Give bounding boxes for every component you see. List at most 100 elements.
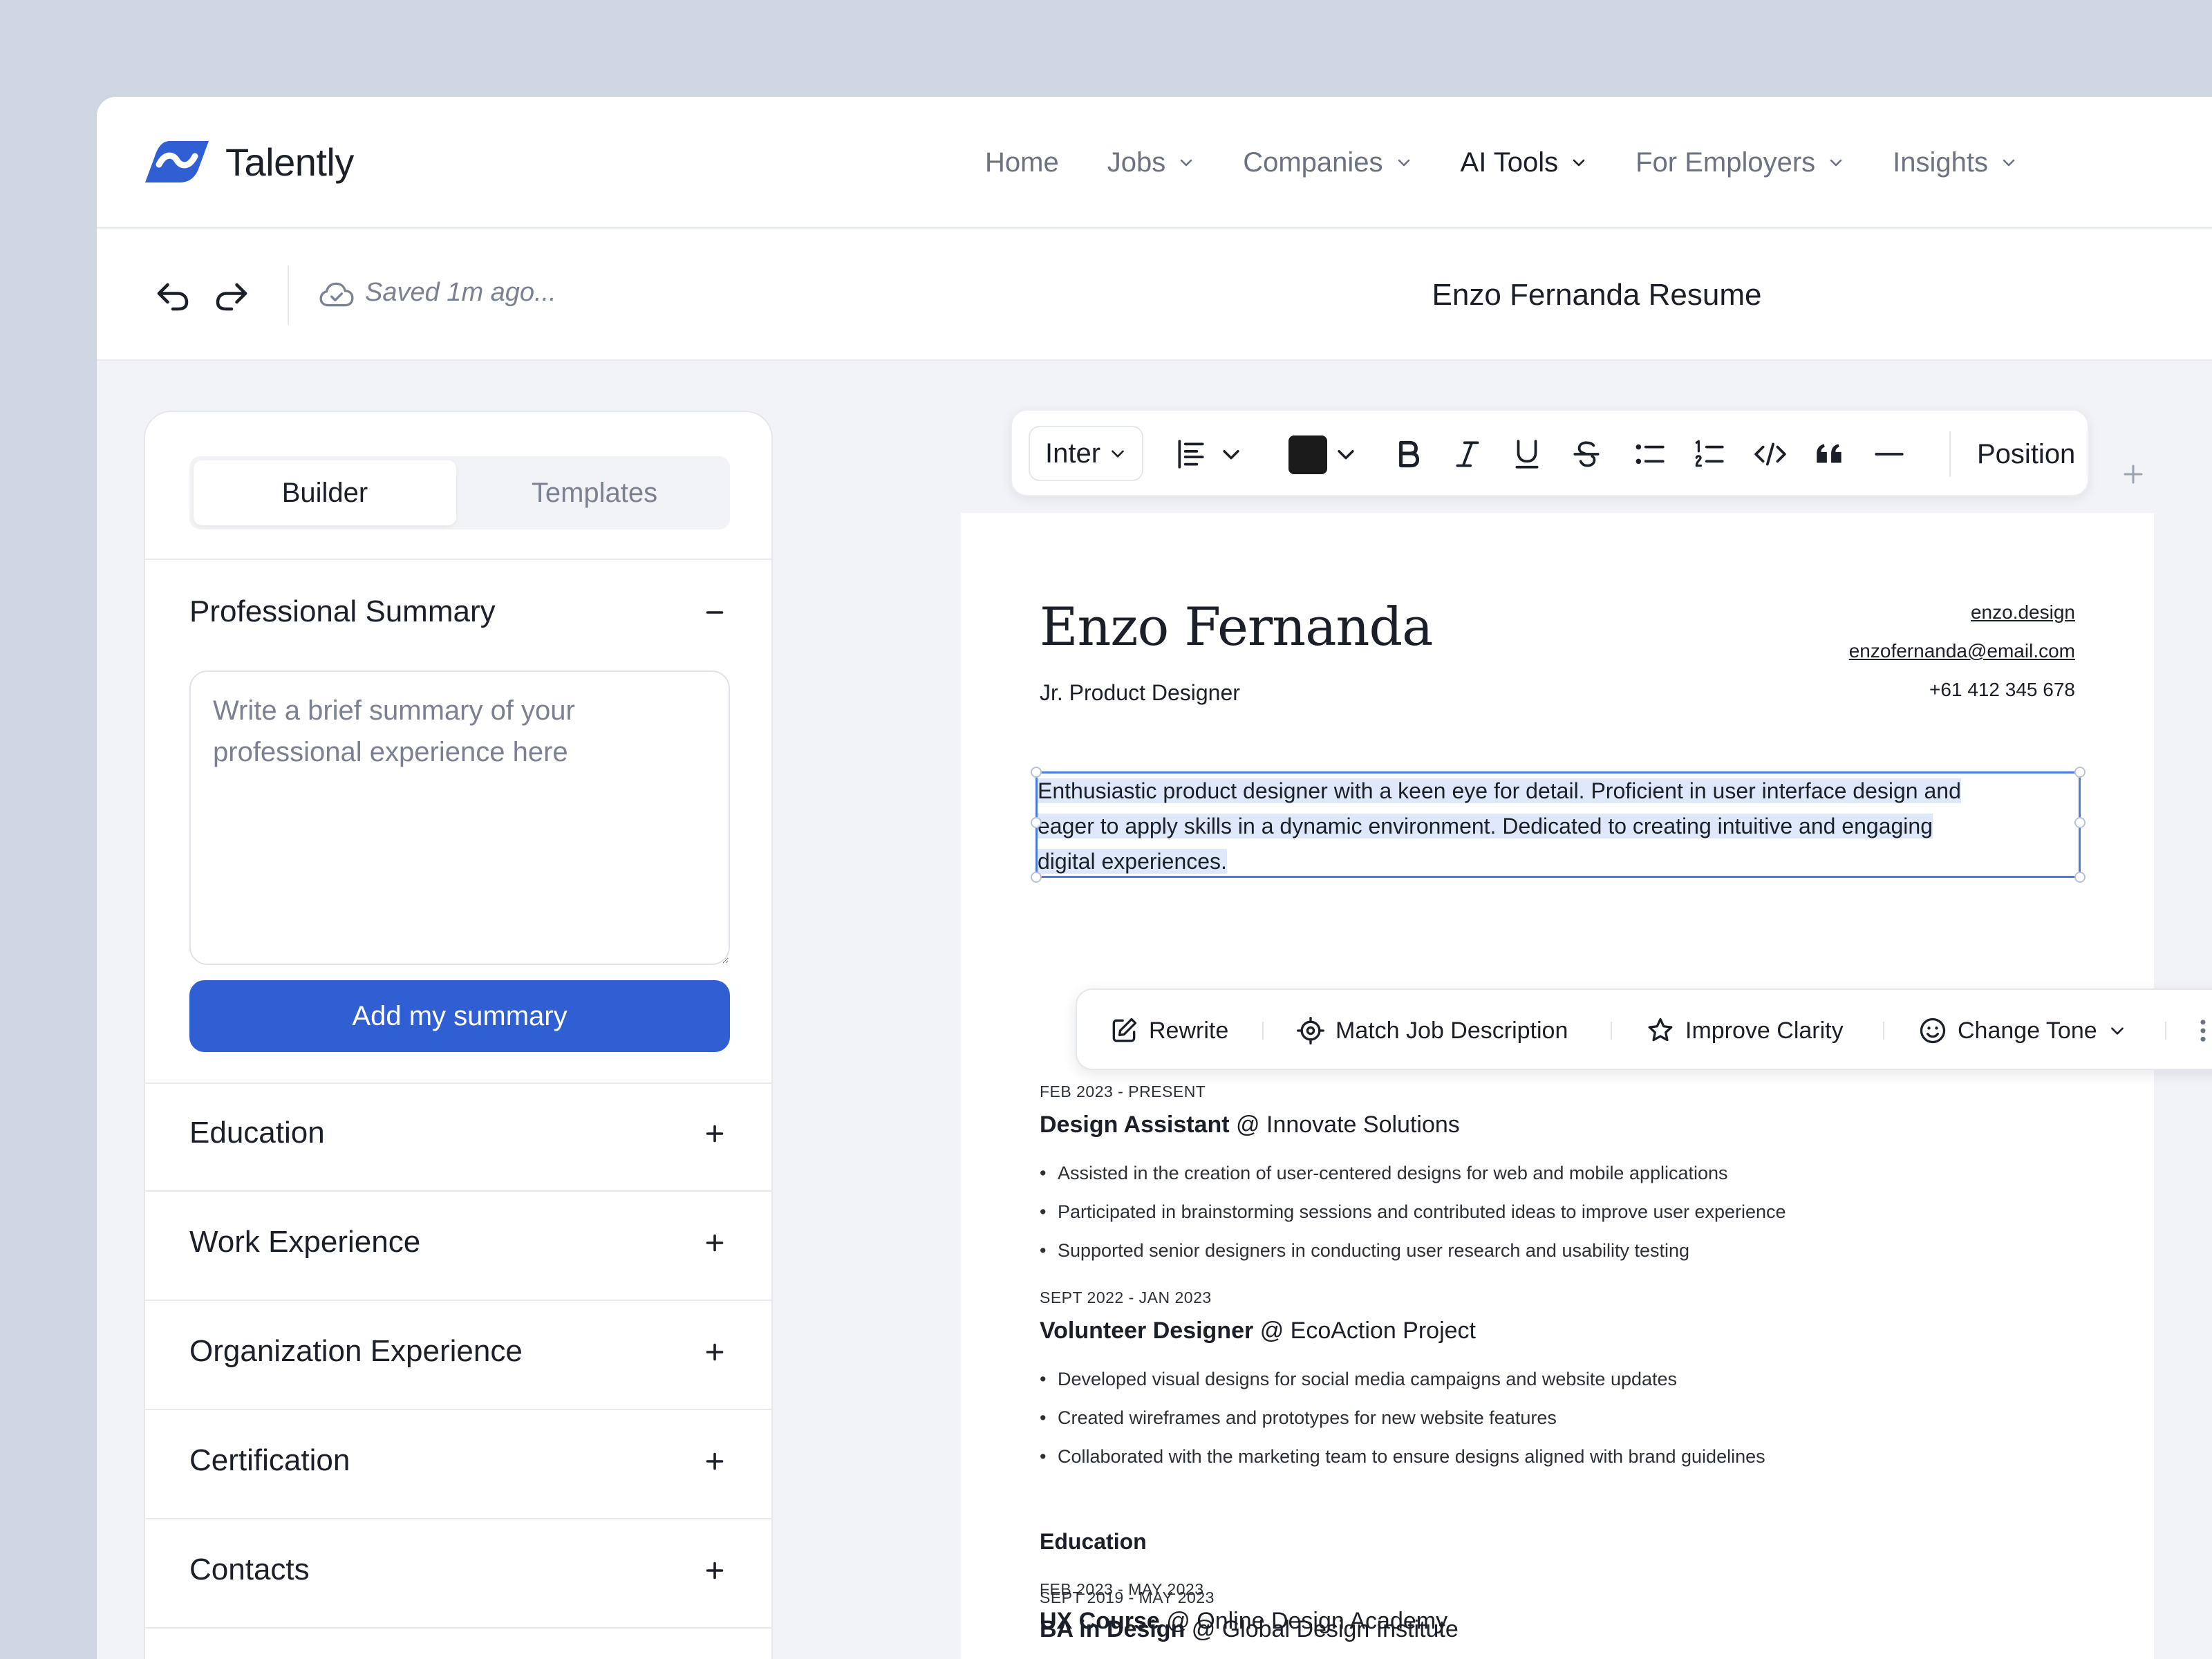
experience-title[interactable]: Design Assistant @ Innovate Solutions xyxy=(1040,1112,1460,1138)
plus-icon[interactable] xyxy=(702,1558,727,1583)
chevron-down-icon xyxy=(2110,1027,2124,1035)
resize-handle[interactable] xyxy=(2074,872,2086,883)
numbered-list-icon[interactable] xyxy=(1692,437,1727,471)
plus-icon[interactable] xyxy=(702,1449,727,1474)
builder-panel: Builder Templates Professional Summary A… xyxy=(144,411,773,1659)
bold-icon[interactable] xyxy=(1391,437,1425,471)
undo-icon[interactable] xyxy=(152,274,194,316)
education-title[interactable]: UX Course @ Online Design Academy xyxy=(1040,1608,1447,1635)
resize-handle[interactable] xyxy=(2074,767,2086,778)
resize-handle[interactable] xyxy=(2074,817,2086,828)
logo[interactable]: Talently xyxy=(142,137,354,187)
section-title-education[interactable]: Education xyxy=(189,1116,325,1150)
nav-item-label: AI Tools xyxy=(1460,147,1559,178)
resize-handle[interactable] xyxy=(1031,817,1042,828)
action-label: Improve Clarity xyxy=(1685,1017,1844,1044)
resume-role[interactable]: Jr. Product Designer xyxy=(1040,680,1240,706)
school-name: @ Online Design Academy xyxy=(1166,1608,1448,1634)
experience-bullet[interactable]: Participated in brainstorming sessions a… xyxy=(1040,1201,1786,1223)
add-summary-button[interactable]: Add my summary xyxy=(189,980,730,1052)
section-title-professional-summary[interactable]: Professional Summary xyxy=(189,594,496,629)
section-title-certification[interactable]: Certification xyxy=(189,1443,350,1478)
plus-icon[interactable] xyxy=(702,1340,727,1365)
cloud-check-icon xyxy=(319,282,354,307)
experience-bullet[interactable]: Developed visual designs for social medi… xyxy=(1040,1369,1677,1390)
resume-page: Enzo Fernanda Jr. Product Designer enzo.… xyxy=(961,513,2154,1659)
summary-input[interactable] xyxy=(189,671,730,965)
selected-summary[interactable]: Enthusiastic product designer with a kee… xyxy=(1031,767,2086,883)
nav-item-jobs[interactable]: Jobs xyxy=(1107,147,1195,178)
edit-icon xyxy=(1112,1018,1137,1042)
nav-item-insights[interactable]: Insights xyxy=(1893,147,2017,178)
nav-item-home[interactable]: Home xyxy=(985,147,1059,178)
resume-name[interactable]: Enzo Fernanda xyxy=(1040,596,1433,657)
italic-icon[interactable] xyxy=(1450,437,1485,471)
resume-phone[interactable]: +61 412 345 678 xyxy=(1929,679,2075,701)
strikethrough-icon[interactable] xyxy=(1569,437,1604,471)
summary-line: eager to apply skills in a dynamic envir… xyxy=(1038,814,1933,838)
app-window: Talently Home Jobs Companies AI Tools Fo… xyxy=(97,97,2212,1659)
code-icon[interactable] xyxy=(1753,437,1788,471)
document-header: Saved 1m ago... Enzo Fernanda Resume xyxy=(97,229,2212,361)
section-title-organization-experience[interactable]: Organization Experience xyxy=(189,1334,523,1369)
nav-item-for-employers[interactable]: For Employers xyxy=(1635,147,1844,178)
align-icon[interactable] xyxy=(1174,437,1208,471)
resize-handle[interactable] xyxy=(1031,872,1042,883)
app-name: Talently xyxy=(225,140,354,184)
divider xyxy=(145,1300,771,1301)
experience-title[interactable]: Volunteer Designer @ EcoAction Project xyxy=(1040,1318,1476,1344)
font-name: Inter xyxy=(1045,438,1101,469)
panel-tabs: Builder Templates xyxy=(189,456,730,529)
education-heading[interactable]: Education xyxy=(1040,1529,1147,1555)
job-title: Design Assistant xyxy=(1040,1112,1230,1138)
experience-bullet[interactable]: Assisted in the creation of user-centere… xyxy=(1040,1163,1728,1184)
experience-bullet[interactable]: Created wireframes and prototypes for ne… xyxy=(1040,1407,1557,1429)
divider xyxy=(145,1409,771,1410)
experience-bullet[interactable]: Collaborated with the marketing team to … xyxy=(1040,1446,1765,1468)
resume-website[interactable]: enzo.design xyxy=(1971,601,2075,624)
toolbar-separator xyxy=(1949,431,1951,477)
divider xyxy=(145,1627,771,1629)
bullet-list-icon[interactable] xyxy=(1633,437,1667,471)
action-label: Change Tone xyxy=(1958,1017,2097,1044)
plus-icon[interactable] xyxy=(702,1230,727,1255)
chevron-down-icon xyxy=(1573,159,1585,167)
summary-text: Enthusiastic product designer with a kee… xyxy=(1038,774,2079,879)
text-color-swatch[interactable] xyxy=(1288,435,1327,474)
section-title-contacts[interactable]: Contacts xyxy=(189,1553,310,1587)
action-label: Rewrite xyxy=(1149,1017,1229,1044)
quote-icon[interactable] xyxy=(1812,437,1847,471)
tab-builder[interactable]: Builder xyxy=(194,460,456,525)
plus-icon[interactable] xyxy=(702,1121,727,1146)
nav-item-label: Home xyxy=(985,147,1059,178)
tab-templates[interactable]: Templates xyxy=(463,460,726,525)
formatting-toolbar: Inter Position xyxy=(1011,409,2089,496)
divider xyxy=(145,1082,771,1084)
nav-item-companies[interactable]: Companies xyxy=(1243,147,1412,178)
position-button[interactable]: Position xyxy=(1977,411,2075,498)
chevron-down-icon[interactable] xyxy=(1219,437,1243,471)
resize-handle[interactable] xyxy=(1031,767,1042,778)
chevron-down-icon[interactable] xyxy=(1334,437,1358,471)
redo-icon[interactable] xyxy=(211,274,252,316)
nav-item-label: Companies xyxy=(1243,147,1383,178)
rewrite-button[interactable]: Rewrite xyxy=(1109,990,1228,1071)
section-title-work-experience[interactable]: Work Experience xyxy=(189,1225,420,1259)
font-select[interactable]: Inter xyxy=(1029,426,1143,481)
minus-icon[interactable] xyxy=(702,600,727,625)
document-title[interactable]: Enzo Fernanda Resume xyxy=(1272,229,1922,361)
degree-title: UX Course xyxy=(1040,1608,1160,1634)
nav-item-ai-tools[interactable]: AI Tools xyxy=(1461,147,1588,178)
divider-icon[interactable] xyxy=(1872,437,1906,471)
chevron-down-icon xyxy=(1180,159,1192,167)
improve-clarity-button[interactable]: Improve Clarity xyxy=(1645,990,1844,1071)
underline-icon[interactable] xyxy=(1510,437,1544,471)
experience-bullet[interactable]: Supported senior designers in conducting… xyxy=(1040,1240,1689,1262)
plus-icon[interactable] xyxy=(2121,462,2146,487)
resume-email[interactable]: enzofernanda@email.com xyxy=(1849,640,2075,662)
more-vertical-icon[interactable] xyxy=(2193,1016,2212,1045)
match-job-description-button[interactable]: Match Job Description xyxy=(1295,990,1568,1071)
summary-line: Enthusiastic product designer with a kee… xyxy=(1038,778,1961,803)
divider xyxy=(145,1518,771,1519)
change-tone-dropdown[interactable]: Change Tone xyxy=(1918,990,2126,1071)
